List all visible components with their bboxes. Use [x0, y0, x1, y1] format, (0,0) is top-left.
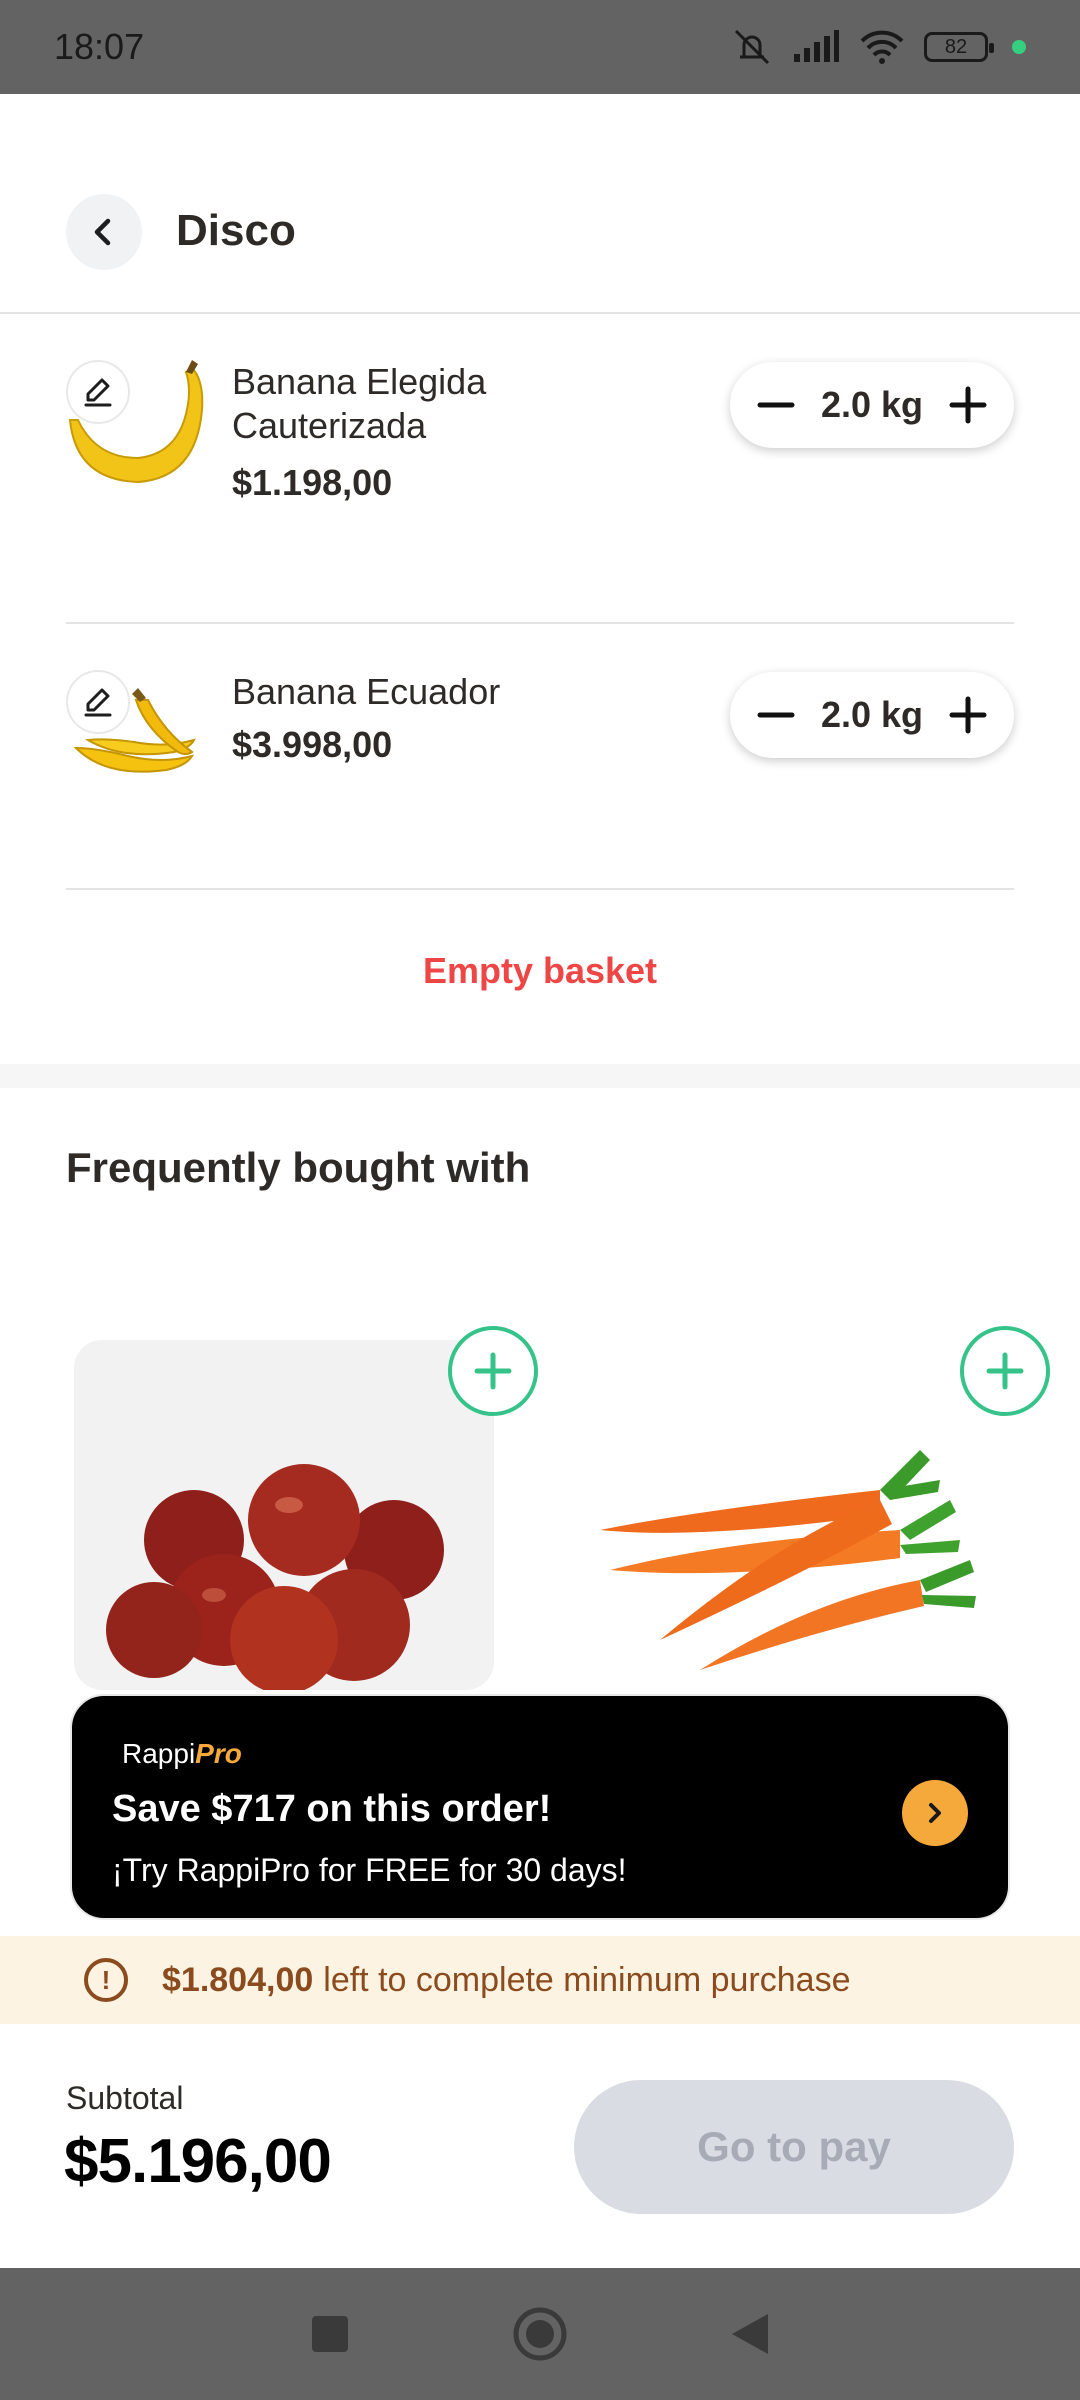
wifi-icon [860, 30, 904, 64]
back-button[interactable] [66, 194, 142, 270]
logo-pro: Pro [195, 1738, 242, 1769]
edit-item-button[interactable] [66, 360, 130, 424]
rappipro-banner[interactable]: RappiPro Save $717 on this order! ¡Try R… [70, 1694, 1010, 1920]
status-icons: 82 [730, 27, 1026, 67]
add-product-button[interactable] [448, 1326, 538, 1416]
back-nav-icon[interactable] [728, 2310, 772, 2358]
frequently-bought-title: Frequently bought with [66, 1144, 531, 1191]
recents-icon[interactable] [308, 2312, 352, 2356]
pro-arrow-button[interactable] [902, 1780, 968, 1846]
cart-item: Banana Elegida Cauterizada $1.198,00 2.0… [66, 340, 1014, 624]
plus-icon [986, 1352, 1024, 1390]
pro-title: Save $717 on this order! [112, 1788, 552, 1830]
status-time: 18:07 [54, 26, 145, 67]
quantity-stepper: 2.0 kg [730, 672, 1014, 758]
battery-icon: 82 [924, 32, 994, 62]
minus-icon [757, 402, 795, 408]
chevron-left-icon [94, 218, 111, 246]
item-price: $3.998,00 [232, 724, 393, 765]
subtotal-label: Subtotal [66, 2080, 184, 2116]
product-card-carrots[interactable] [580, 1340, 1000, 1690]
increase-button[interactable] [946, 693, 990, 737]
logo-text: Rappi [122, 1738, 196, 1769]
plus-icon [474, 1352, 512, 1390]
minimum-purchase-notice: ! $1.804,00 left to complete minimum pur… [0, 1936, 1080, 2024]
warning-icon: ! [84, 1958, 128, 2002]
go-to-pay-button[interactable]: Go to pay [574, 2080, 1014, 2214]
apples-image [106, 1464, 444, 1690]
system-nav-bar [0, 2268, 1080, 2400]
item-name: Banana Ecuador [232, 671, 501, 712]
status-bar: 18:07 82 [0, 0, 1080, 94]
pencil-icon [84, 688, 112, 717]
increase-button[interactable] [946, 383, 990, 427]
add-product-button[interactable] [960, 1326, 1050, 1416]
item-price: $1.198,00 [232, 462, 393, 503]
privacy-dot [1012, 40, 1026, 54]
carrots-image [600, 1450, 976, 1670]
minus-icon [757, 712, 795, 718]
minimum-text: left to complete minimum purchase [323, 1960, 851, 1999]
pro-subtitle: ¡Try RappiPro for FREE for 30 days! [112, 1852, 627, 1888]
decrease-button[interactable] [754, 383, 798, 427]
product-card-apples[interactable] [74, 1340, 494, 1690]
header: Disco [0, 94, 1080, 314]
store-title: Disco [176, 206, 296, 255]
quantity-value: 2.0 kg [820, 384, 924, 425]
signal-icon [794, 30, 839, 62]
cart-item: Banana Ecuador $3.998,00 2.0 kg [66, 650, 1014, 890]
decrease-button[interactable] [754, 693, 798, 737]
pencil-icon [84, 378, 112, 407]
plus-icon [949, 696, 987, 734]
quantity-stepper: 2.0 kg [730, 362, 1014, 448]
mute-icon [734, 29, 770, 65]
chevron-right-icon [929, 1803, 941, 1823]
plus-icon [949, 386, 987, 424]
subtotal-value: $5.196,00 [64, 2127, 332, 2196]
empty-basket-button[interactable]: Empty basket [0, 950, 1080, 992]
item-name: Banana Elegida Cauterizada [232, 361, 487, 446]
home-icon[interactable] [512, 2306, 568, 2362]
rappipro-logo: RappiPro [122, 1738, 242, 1770]
quantity-value: 2.0 kg [820, 694, 924, 735]
minimum-amount: $1.804,00 [162, 1960, 314, 1999]
edit-item-button[interactable] [66, 670, 130, 734]
section-divider [0, 1064, 1080, 1088]
